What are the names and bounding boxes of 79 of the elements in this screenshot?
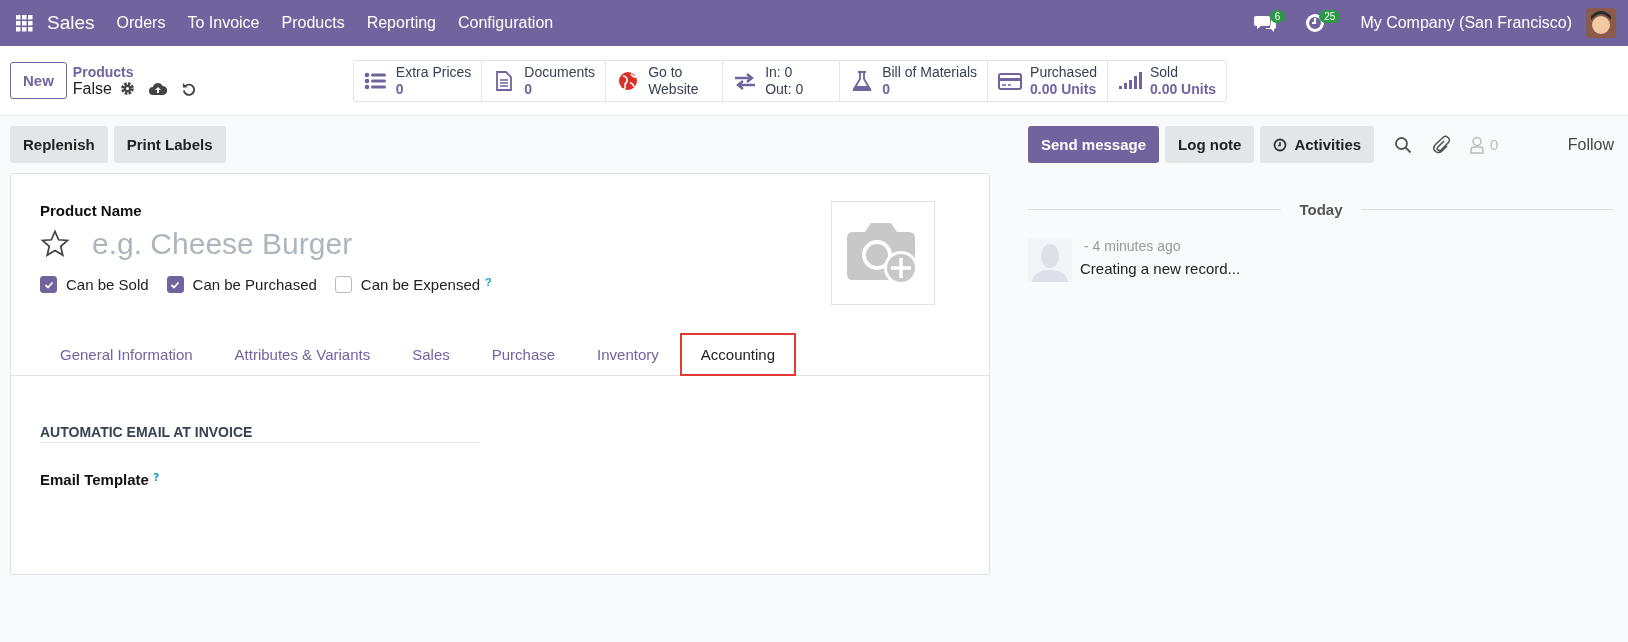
smart-button-value: Website	[648, 80, 699, 98]
smart-button[interactable]: Sold 0.00 Units	[1107, 60, 1227, 101]
paperclip-icon[interactable]	[1432, 134, 1451, 155]
list-icon	[363, 70, 388, 91]
apps-menu-icon[interactable]	[16, 14, 33, 32]
smart-button-label: Extra Prices	[395, 63, 472, 81]
field-label: Product Name	[40, 202, 142, 219]
menu-item[interactable]: Reporting	[366, 14, 436, 32]
tab[interactable]: General Information	[39, 333, 214, 376]
avatar-silhouette-icon	[1028, 238, 1072, 282]
checkbox-label[interactable]: Can be Sold	[66, 276, 149, 293]
checkbox[interactable]	[166, 276, 184, 293]
breadcrumb-link[interactable]: Products	[72, 63, 353, 80]
send-message-button[interactable]: Send message	[1028, 126, 1160, 163]
tab[interactable]: Accounting	[679, 333, 797, 376]
smart-button-label: In: 0	[765, 63, 794, 81]
chat-bubbles-icon[interactable]	[1253, 14, 1276, 32]
smart-button[interactable]: Bill of Materials 0	[839, 60, 988, 101]
tab[interactable]: Purchase	[470, 333, 577, 376]
smart-button-value: Out: 0	[765, 80, 804, 98]
checkbox[interactable]	[40, 276, 57, 293]
log-note-button[interactable]: Log note	[1165, 126, 1255, 163]
message-time: - 4 minutes ago	[1083, 238, 1182, 254]
undo-icon[interactable]	[180, 81, 196, 96]
company-switcher[interactable]: My Company (San Francisco)	[1360, 14, 1572, 32]
smart-button[interactable]: Documents 0	[481, 60, 606, 101]
menu-item[interactable]: Orders	[116, 14, 166, 32]
check-icon	[170, 279, 181, 290]
tab[interactable]: Sales	[391, 333, 471, 376]
follower-count: 0	[1490, 136, 1499, 153]
smart-button-label: Go to	[648, 63, 684, 81]
smart-button[interactable]: In: 0 Out: 0	[722, 60, 840, 101]
cloud-upload-icon[interactable]	[148, 81, 167, 96]
activity-count-badge: 25	[1319, 9, 1341, 23]
menu-item[interactable]: To Invoice	[187, 14, 260, 32]
activities-button[interactable]: Activities	[1260, 126, 1375, 163]
smart-button-value: 0	[882, 80, 891, 98]
smart-button-label: Sold	[1150, 63, 1179, 81]
checkbox[interactable]	[334, 276, 352, 293]
smart-button[interactable]: Extra Prices 0	[353, 60, 482, 101]
smart-button-label: Bill of Materials	[882, 63, 978, 81]
app-title[interactable]: Sales	[47, 12, 95, 34]
tab[interactable]: Attributes & Variants	[213, 333, 392, 376]
checkbox-label[interactable]: Can be Purchased	[192, 276, 317, 293]
star-icon[interactable]	[40, 229, 70, 259]
check-icon	[43, 279, 54, 290]
search-icon[interactable]	[1394, 135, 1413, 154]
credit-card-icon	[998, 70, 1023, 91]
message-count-badge: 6	[1269, 9, 1286, 23]
smart-button-value: 0	[395, 80, 405, 98]
message-text: Creating a new record...	[1080, 260, 1241, 277]
checkbox-label[interactable]: Can be Expensed	[360, 276, 481, 293]
smart-button-label: Documents	[524, 63, 596, 81]
menu-item[interactable]: Configuration	[458, 14, 554, 32]
help-tooltip[interactable]: ?	[485, 276, 492, 288]
smart-button-value: 0.00 Units	[1150, 80, 1217, 98]
tab[interactable]: Inventory	[576, 333, 680, 376]
user-avatar-icon[interactable]	[1586, 8, 1616, 38]
smart-button[interactable]: Purchased 0.00 Units	[987, 60, 1107, 101]
clock-icon	[1273, 137, 1288, 152]
field-label: Email Template	[40, 471, 149, 488]
smart-button[interactable]: Go to Website	[605, 60, 723, 101]
gear-icon[interactable]	[119, 81, 135, 96]
record-title: False	[72, 79, 112, 98]
smart-button-value: 0	[524, 80, 534, 98]
clock-icon[interactable]	[1305, 13, 1326, 33]
smart-button-label: Purchased	[1030, 63, 1097, 81]
section-title: AUTOMATIC EMAIL AT INVOICE	[40, 424, 480, 443]
menu-item[interactable]: Products	[281, 14, 345, 32]
product-name-field[interactable]: e.g. Cheese Burger	[90, 226, 594, 262]
action-button[interactable]: Print Labels	[113, 126, 226, 163]
signal-bars-icon	[1118, 70, 1142, 91]
date-separator: Today	[1299, 201, 1343, 218]
help-tooltip[interactable]: ?	[152, 471, 160, 484]
new-button[interactable]: New	[10, 62, 67, 99]
action-button[interactable]: Replenish	[10, 126, 108, 163]
follow-button[interactable]: Follow	[1567, 135, 1614, 154]
transfer-arrows-icon	[733, 70, 758, 91]
smart-button-value: 0.00 Units	[1030, 80, 1097, 98]
